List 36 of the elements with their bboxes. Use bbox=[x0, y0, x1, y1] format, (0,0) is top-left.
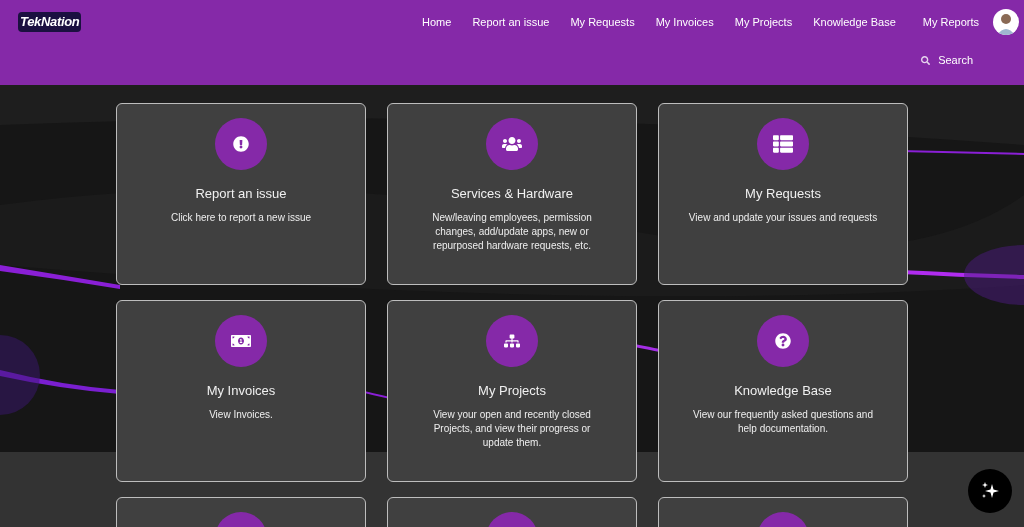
service-card[interactable]: Services & Hardware New/leaving employees, permission changes, add/update apps, new or repurposed hardware requests, etc. bbox=[387, 103, 637, 285]
card-description: Click here to report a new issue bbox=[170, 210, 312, 225]
card-description: View and update your issues and requests bbox=[688, 210, 878, 225]
card-description: New/leaving employees, permission changes, add/update apps, new or repurposed hardware requests, etc. bbox=[431, 210, 593, 253]
nav-link[interactable]: My Projects bbox=[734, 14, 793, 31]
card-title: My Requests bbox=[745, 185, 821, 203]
people-icon bbox=[486, 118, 538, 170]
service-card[interactable]: Report an issue Click here to report a new issue bbox=[116, 103, 366, 285]
banknote-icon bbox=[215, 315, 267, 367]
exclamation-icon bbox=[215, 118, 267, 170]
nav-link[interactable]: Report an issue bbox=[472, 14, 550, 31]
nav-link[interactable]: Knowledge Base bbox=[813, 14, 896, 31]
card-description: View your open and recently closed Projects, and view their progress or update them. bbox=[432, 407, 592, 450]
card-title: Knowledge Base bbox=[734, 382, 832, 400]
nav-link[interactable]: My Reports bbox=[922, 14, 979, 31]
sparkle-button[interactable] bbox=[968, 469, 1012, 513]
service-card[interactable]: My Requests View and update your issues and requests bbox=[658, 103, 908, 285]
nav-link[interactable]: Home bbox=[422, 14, 452, 31]
list-icon bbox=[757, 118, 809, 170]
search-link[interactable]: Search bbox=[921, 52, 973, 69]
service-card[interactable]: Knowledge Base View our frequently asked questions and help documentation. bbox=[658, 300, 908, 482]
card-title: My Projects bbox=[478, 382, 546, 400]
card-title: Services & Hardware bbox=[450, 185, 574, 203]
logo[interactable]: TekNation bbox=[18, 12, 82, 32]
card-description: View our frequently asked questions and help documentation. bbox=[692, 407, 874, 436]
service-card[interactable]: My Invoices View Invoices. bbox=[116, 300, 366, 482]
search-icon bbox=[921, 55, 931, 65]
question-icon bbox=[757, 315, 809, 367]
card-description: View Invoices. bbox=[209, 407, 273, 422]
card-title: Report an issue bbox=[195, 185, 287, 203]
nav-link[interactable]: My Requests bbox=[570, 14, 635, 31]
service-card[interactable]: My Projects View your open and recently closed Projects, and view their progress or update them. bbox=[387, 300, 637, 482]
card-title: My Invoices bbox=[206, 382, 276, 400]
avatar[interactable] bbox=[993, 9, 1019, 35]
hierarchy-icon bbox=[486, 315, 538, 367]
nav-link[interactable]: My Invoices bbox=[655, 14, 714, 31]
